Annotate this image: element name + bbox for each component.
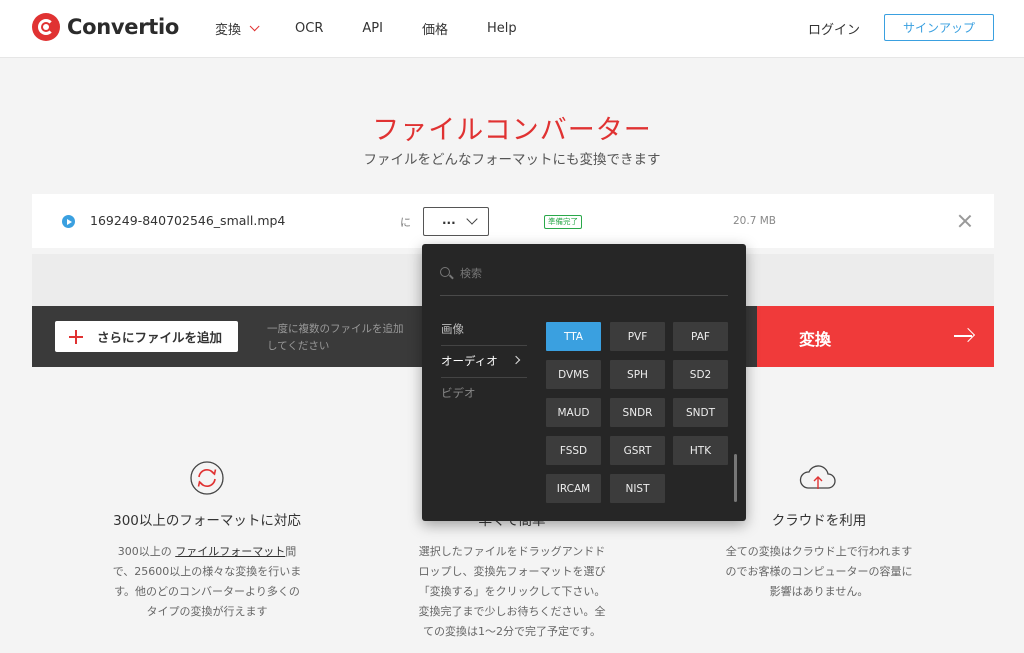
feature-desc-text: のでお客様のコンピューターの容量に [725, 565, 913, 578]
file-size: 20.7 MB [733, 215, 776, 227]
convert-label: 変換 [799, 330, 832, 349]
format-option[interactable]: DVMS [546, 360, 601, 389]
logo[interactable]: Convertio [32, 13, 179, 41]
feature-desc-text: 間 [285, 545, 297, 558]
feature-description: 選択したファイルをドラッグアンドド ロップし、変換先フォーマットを選び 「変換す… [387, 542, 637, 642]
file-name: 169249-840702546_small.mp4 [90, 213, 286, 228]
format-option[interactable]: SNDT [673, 398, 728, 427]
format-option[interactable]: SD2 [673, 360, 728, 389]
arrow-right-icon [954, 335, 972, 337]
format-option[interactable]: PVF [610, 322, 665, 351]
main-nav: 変換 OCR API 価格 Help [215, 19, 556, 38]
feature-desc-text: 300以上の [117, 545, 176, 558]
close-icon[interactable] [958, 214, 972, 228]
nav-item-label: Help [486, 21, 517, 36]
convert-cycle-icon [190, 461, 224, 495]
feature-desc-text: 影響はありません。 [769, 585, 869, 598]
nav-item-label: OCR [295, 21, 324, 36]
add-more-files-label: さらにファイルを追加 [97, 330, 223, 345]
nav-item-label: 変換 [215, 23, 242, 38]
chevron-down-icon [466, 213, 478, 225]
chevron-down-icon [249, 21, 260, 32]
feature-title: 300以上のフォーマットに対応 [113, 513, 301, 529]
format-option[interactable]: IRCAM [546, 474, 601, 503]
feature-desc-text: ロップし、変換先フォーマットを選び [418, 565, 606, 578]
feature-desc-text: 全ての変換はクラウド上で行われます [725, 545, 913, 558]
format-option[interactable]: SNDR [610, 398, 665, 427]
format-option[interactable]: TTA [546, 322, 601, 351]
nav-item-api[interactable]: API [362, 19, 383, 38]
page-subtitle: ファイルをどんなフォーマットにも変換できます [363, 152, 661, 168]
category-image[interactable]: 画像 [441, 314, 527, 344]
format-option[interactable]: MAUD [546, 398, 601, 427]
add-more-files-button[interactable]: さらにファイルを追加 [55, 321, 238, 352]
add-files-hint: 一度に複数のファイルを追加 してください [267, 321, 427, 355]
file-row: 169249-840702546_small.mp4 に ... 準備完了 20… [32, 194, 994, 248]
feature-fast-easy: 早くて簡単 選択したファイルをドラッグアンドド ロップし、変換先フォーマットを選… [387, 509, 637, 642]
signup-button[interactable]: サインアップ [884, 14, 994, 41]
format-search-input[interactable] [460, 263, 720, 283]
format-select[interactable]: ... [423, 207, 489, 236]
page-title: ファイルコンバーター [372, 115, 652, 146]
format-option[interactable]: FSSD [546, 436, 601, 465]
nav-item-ocr[interactable]: OCR [295, 19, 323, 38]
feature-desc-text: で、25600以上の様々な変換を行いま [112, 565, 302, 578]
divider [440, 295, 728, 296]
feature-description: 300以上の ファイルフォーマット間 で、25600以上の様々な変換を行いま す… [82, 542, 332, 622]
format-option[interactable]: PAF [673, 322, 728, 351]
format-dropdown: 画像 オーディオ ビデオ TTA PVF PAF DVMS SPH SD2 MA… [422, 244, 746, 521]
to-label: に [400, 216, 411, 229]
login-link[interactable]: ログイン [808, 19, 860, 38]
format-option[interactable]: SPH [610, 360, 665, 389]
nav-item-label: API [362, 21, 383, 36]
nav-item-help[interactable]: Help [487, 19, 517, 38]
feature-desc-text: 「変換する」をクリックして下さい。 [418, 585, 606, 598]
hint-line: 一度に複数のファイルを追加 [267, 323, 404, 335]
format-option[interactable]: GSRT [610, 436, 665, 465]
feature-desc-text: す。他のどのコンバーターより多くの [114, 585, 300, 598]
logo-icon [32, 13, 60, 41]
convert-button[interactable]: 変換 [757, 306, 994, 367]
search-icon [440, 267, 450, 277]
feature-desc-text: 変換完了まで少しお待ちください。全 [418, 605, 606, 618]
feature-cloud: クラウドを利用 全ての変換はクラウド上で行われます のでお客様のコンピューターの… [694, 509, 944, 602]
status-badge: 準備完了 [544, 215, 582, 229]
feature-desc-text: ての変換は1〜2分で完了予定です。 [423, 625, 601, 638]
nav-item-pricing[interactable]: 価格 [422, 19, 448, 38]
chevron-right-icon [511, 355, 521, 365]
dropdown-scrollbar[interactable] [734, 454, 737, 502]
format-option[interactable]: NIST [610, 474, 665, 503]
feature-description: 全ての変換はクラウド上で行われます のでお客様のコンピューターの容量に 影響はあ… [694, 542, 944, 602]
feature-formats: 300以上のフォーマットに対応 300以上の ファイルフォーマット間 で、256… [82, 509, 332, 622]
format-option[interactable]: HTK [673, 436, 728, 465]
feature-desc-text: タイプの変換が行えます [146, 605, 268, 618]
category-label: オーディオ [441, 354, 498, 368]
nav-item-label: 価格 [421, 23, 448, 38]
cloud-upload-icon [799, 465, 836, 489]
logo-text: Convertio [67, 15, 180, 39]
category-video[interactable]: ビデオ [441, 378, 527, 408]
format-select-value: ... [442, 213, 456, 227]
play-icon[interactable] [62, 215, 75, 228]
plus-icon [69, 329, 83, 344]
top-header: Convertio 変換 OCR API 価格 Help ログイン サインアップ [0, 0, 1024, 58]
hint-line: してください [267, 340, 330, 352]
feature-desc-text: 選択したファイルをドラッグアンドド [418, 545, 606, 558]
category-audio[interactable]: オーディオ [441, 346, 527, 376]
file-formats-link[interactable]: ファイルフォーマット [175, 545, 285, 558]
nav-item-convert[interactable]: 変換 [215, 19, 260, 38]
